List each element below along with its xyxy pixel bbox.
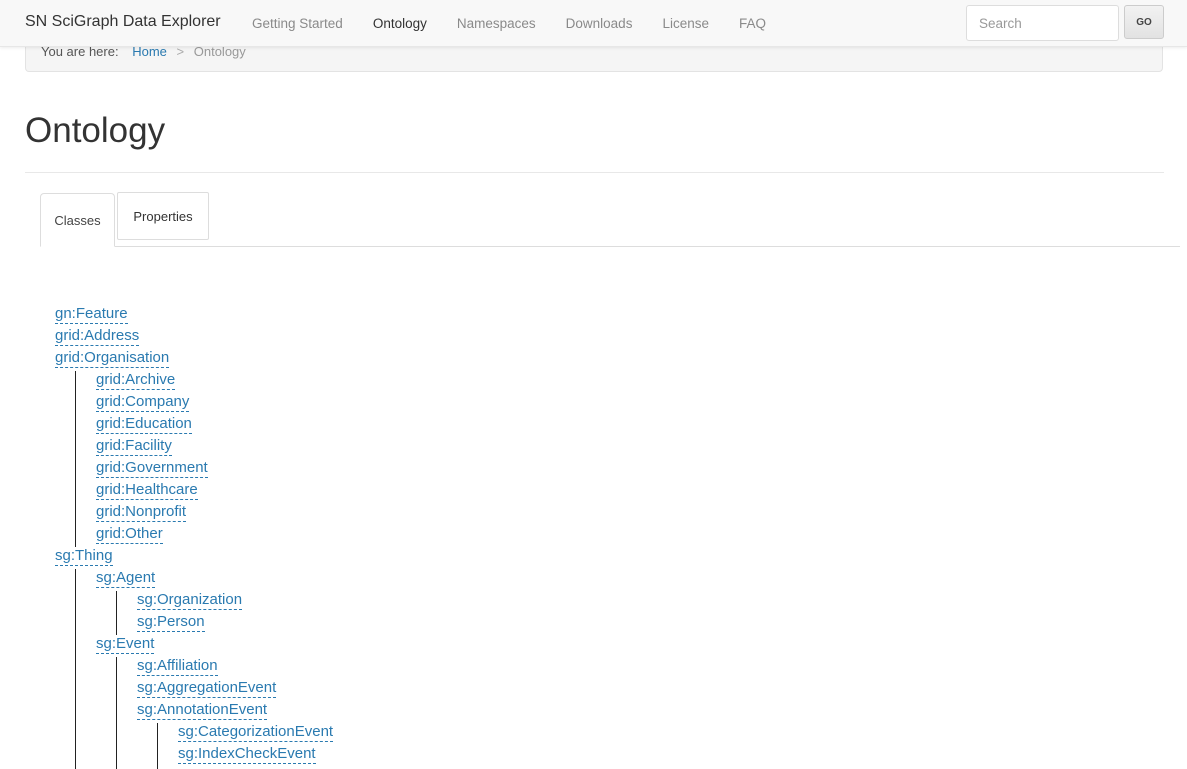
tree-item-grid-archive[interactable]: grid:Archive bbox=[96, 371, 176, 390]
tree-item-sg-affiliation[interactable]: sg:Affiliation bbox=[137, 657, 218, 676]
tree-connector-line bbox=[75, 569, 76, 769]
nav-license[interactable]: License bbox=[647, 16, 724, 31]
tree-item-sg-aggregationevent[interactable]: sg:AggregationEvent bbox=[137, 679, 277, 698]
tree-item-sg-person[interactable]: sg:Person bbox=[137, 613, 205, 632]
nav-faq[interactable]: FAQ bbox=[724, 16, 781, 31]
tree-connector-line bbox=[75, 371, 76, 547]
nav-links: Getting Started Ontology Namespaces Down… bbox=[237, 0, 781, 46]
search-input[interactable] bbox=[966, 5, 1119, 41]
nav-getting-started[interactable]: Getting Started bbox=[237, 16, 358, 31]
brand-link[interactable]: SN SciGraph Data Explorer bbox=[25, 13, 221, 31]
tree-item-grid-company[interactable]: grid:Company bbox=[96, 393, 190, 412]
tree-item-sg-event[interactable]: sg:Event bbox=[96, 635, 155, 654]
nav-ontology[interactable]: Ontology bbox=[358, 16, 442, 31]
tree-item-grid-education[interactable]: grid:Education bbox=[96, 415, 192, 434]
nav-namespaces[interactable]: Namespaces bbox=[442, 16, 551, 31]
nav-downloads[interactable]: Downloads bbox=[551, 16, 648, 31]
tree-item-grid-government[interactable]: grid:Government bbox=[96, 459, 208, 478]
class-tree: gn:Feature grid:Address grid:Organisation g… bbox=[0, 0, 1187, 769]
tree-item-sg-organization[interactable]: sg:Organization bbox=[137, 591, 243, 610]
tree-item-grid-nonprofit[interactable]: grid:Nonprofit bbox=[96, 503, 187, 522]
tree-connector-line bbox=[116, 591, 117, 635]
tree-item-grid-organisation[interactable]: grid:Organisation bbox=[55, 349, 170, 368]
navbar: SN SciGraph Data Explorer Getting Starte… bbox=[0, 0, 1187, 47]
tree-item-sg-annotationevent[interactable]: sg:AnnotationEvent bbox=[137, 701, 268, 720]
tree-item-sg-agent[interactable]: sg:Agent bbox=[96, 569, 156, 588]
tree-item-gn-feature[interactable]: gn:Feature bbox=[55, 305, 128, 324]
tree-item-sg-indexcheckevent[interactable]: sg:IndexCheckEvent bbox=[178, 745, 316, 764]
tree-item-sg-thing[interactable]: sg:Thing bbox=[55, 547, 113, 566]
tree-item-grid-other[interactable]: grid:Other bbox=[96, 525, 163, 544]
tree-item-sg-categorizationevent[interactable]: sg:CategorizationEvent bbox=[178, 723, 334, 742]
tree-item-grid-facility[interactable]: grid:Facility bbox=[96, 437, 172, 456]
tree-connector-line bbox=[157, 723, 158, 769]
tree-item-grid-healthcare[interactable]: grid:Healthcare bbox=[96, 481, 198, 500]
tree-item-grid-address[interactable]: grid:Address bbox=[55, 327, 140, 346]
tree-connector-line bbox=[116, 657, 117, 769]
go-button[interactable]: GO bbox=[1124, 5, 1164, 39]
